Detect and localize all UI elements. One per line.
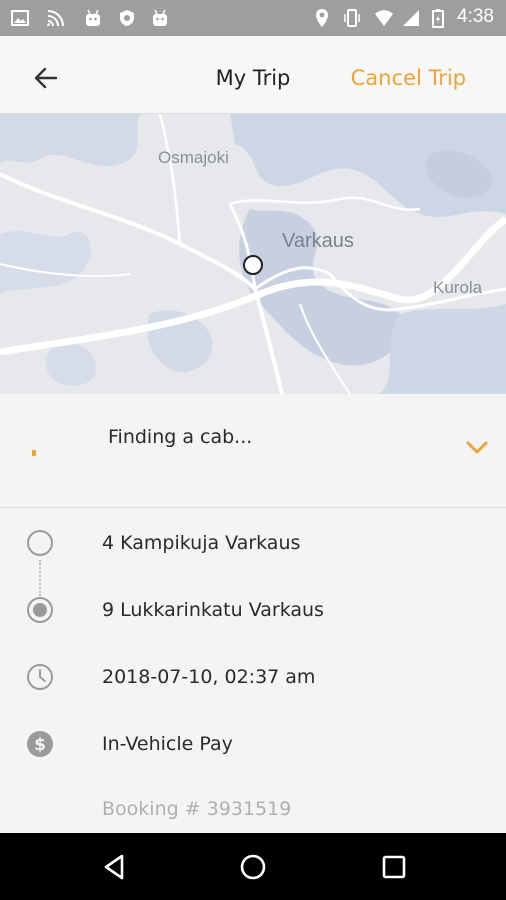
booking-number: Booking # 3931519 [102, 798, 292, 820]
map-label-osmajoki: Osmajoki [158, 148, 229, 167]
location-icon [316, 9, 328, 27]
pickup-row: 4 Kampikuja Varkaus [0, 513, 506, 573]
clock-icon [27, 664, 53, 690]
signal-icon [403, 10, 419, 26]
status-bar: 4:38 [0, 0, 506, 36]
trip-status-text: Finding a cab... [108, 426, 253, 448]
shield-icon [120, 10, 134, 26]
map-label-varkaus: Varkaus [282, 230, 354, 252]
app-bar: My Trip Cancel Trip [0, 36, 506, 114]
chevron-down-icon[interactable] [464, 438, 490, 458]
datetime-row: 2018-07-10, 02:37 am [0, 647, 506, 707]
cancel-trip-button[interactable]: Cancel Trip [351, 66, 466, 90]
map-canvas [0, 114, 506, 394]
map-view[interactable]: Osmajoki Varkaus Kurola [0, 114, 506, 394]
system-nav-bar [0, 833, 506, 900]
dollar-icon: $ [27, 731, 53, 757]
trip-status-panel[interactable]: Finding a cab... [0, 394, 506, 508]
home-circle-icon[interactable] [235, 849, 271, 885]
dropoff-radio-icon [27, 597, 53, 623]
wifi-icon [375, 10, 393, 26]
map-label-kurola: Kurola [433, 278, 483, 297]
recents-square-icon[interactable] [376, 849, 412, 885]
progress-indicator [32, 450, 36, 456]
battery-icon [432, 9, 444, 28]
android-icon [153, 9, 167, 26]
android-icon [86, 9, 100, 26]
pickup-marker [243, 255, 263, 275]
dropoff-row: 9 Lukkarinkatu Varkaus [0, 580, 506, 640]
dropoff-address: 9 Lukkarinkatu Varkaus [102, 599, 324, 621]
svg-text:$: $ [34, 735, 46, 755]
image-icon [11, 10, 29, 26]
payment-row: $ In-Vehicle Pay [0, 714, 506, 774]
pickup-circle-icon [27, 530, 53, 556]
pickup-address: 4 Kampikuja Varkaus [102, 532, 301, 554]
cast-icon [47, 10, 64, 27]
trip-datetime: 2018-07-10, 02:37 am [102, 666, 316, 688]
back-triangle-icon[interactable] [96, 849, 132, 885]
status-time: 4:38 [457, 6, 494, 27]
payment-method: In-Vehicle Pay [102, 733, 233, 755]
vibrate-icon [344, 9, 360, 27]
